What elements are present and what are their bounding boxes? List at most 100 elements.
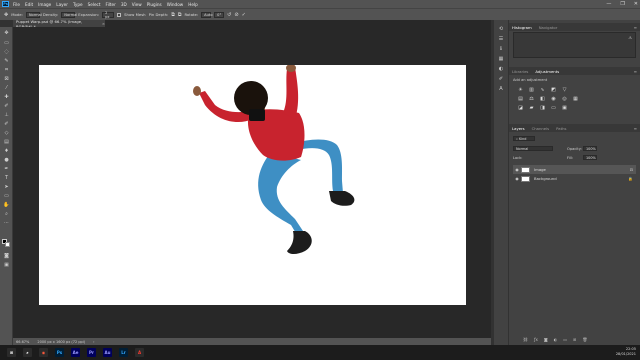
menu-filter[interactable]: Filter: [105, 2, 115, 7]
history-brush-tool-icon[interactable]: ✐: [3, 121, 10, 127]
tab-navigator[interactable]: Navigator: [539, 25, 558, 30]
image-canvas[interactable]: [39, 65, 466, 305]
posterize-icon[interactable]: ▰: [528, 105, 535, 111]
taskbar-app-icon[interactable]: Ps: [55, 348, 64, 357]
puppet-warp-tool-icon[interactable]: ✥: [4, 12, 8, 18]
delete-layer-icon[interactable]: 🗑: [582, 337, 587, 342]
history-panel-icon[interactable]: ⟲: [497, 26, 505, 33]
layer-row[interactable]: ◉ Image ⊡: [513, 165, 636, 174]
healing-brush-tool-icon[interactable]: ✚: [3, 94, 10, 100]
menu-layer[interactable]: Layer: [56, 2, 68, 7]
new-group-icon[interactable]: ▭: [563, 337, 567, 342]
crop-tool-icon[interactable]: ⌗: [3, 67, 10, 73]
close-window-button[interactable]: ✕: [634, 1, 638, 7]
menu-file[interactable]: File: [13, 2, 20, 7]
quick-mask-icon[interactable]: ◙: [3, 253, 10, 259]
taskbar-app-icon[interactable]: Au: [103, 348, 112, 357]
maximize-button[interactable]: ❐: [620, 1, 624, 7]
levels-icon[interactable]: ▥: [528, 87, 535, 93]
pen-tool-icon[interactable]: ✒: [3, 166, 10, 172]
layer-row[interactable]: ◉ Background 🔒: [513, 174, 636, 183]
close-tab-icon[interactable]: ×: [102, 21, 105, 26]
visibility-eye-icon[interactable]: ◉: [513, 167, 521, 172]
panel-menu-icon[interactable]: ≡: [634, 69, 637, 74]
tab-channels[interactable]: Channels: [532, 126, 550, 131]
type-tool-icon[interactable]: T: [3, 175, 10, 181]
mode-select[interactable]: Normal: [25, 11, 42, 18]
density-select[interactable]: Normal: [61, 11, 77, 18]
rotate-angle-input[interactable]: 0°: [214, 11, 225, 18]
menu-select[interactable]: Select: [88, 2, 101, 7]
clone-stamp-tool-icon[interactable]: ⊥: [3, 112, 10, 118]
taskbar-app-icon[interactable]: Lr: [119, 348, 128, 357]
menu-edit[interactable]: Edit: [25, 2, 33, 7]
threshold-icon[interactable]: ◨: [539, 105, 546, 111]
rectangle-tool-icon[interactable]: ▭: [3, 193, 10, 199]
cancel-icon[interactable]: ⊘: [234, 12, 238, 18]
rotate-select[interactable]: Auto: [201, 11, 213, 18]
opacity-input[interactable]: 100%: [583, 146, 597, 151]
menu-image[interactable]: Image: [38, 2, 51, 7]
tab-libraries[interactable]: Libraries: [512, 69, 528, 74]
channel-mixer-icon[interactable]: ◎: [561, 96, 568, 102]
zoom-tool-icon[interactable]: ⌕: [3, 211, 10, 217]
taskbar-app-icon[interactable]: ⌕: [23, 348, 32, 357]
character-panel-icon[interactable]: A: [497, 86, 505, 93]
taskbar-app-icon[interactable]: A: [135, 348, 144, 357]
swatches-panel-icon[interactable]: ▦: [497, 56, 505, 63]
hand-tool-icon[interactable]: ✋: [3, 202, 10, 208]
add-mask-icon[interactable]: ◙: [544, 337, 548, 342]
menu-3d[interactable]: 3D: [121, 2, 127, 7]
expansion-input[interactable]: 2 px: [102, 11, 115, 19]
taskbar-app-icon[interactable]: Ae: [71, 348, 80, 357]
artboard-tool-icon[interactable]: ▭: [3, 40, 10, 46]
layer-filter-select[interactable]: ⌕ Kind: [513, 136, 535, 141]
brush-tool-icon[interactable]: ✐: [3, 103, 10, 109]
color-balance-icon[interactable]: ⚖: [528, 96, 535, 102]
properties-panel-icon[interactable]: ☰: [497, 36, 505, 43]
dodge-tool-icon[interactable]: ●: [3, 157, 10, 163]
panel-menu-icon[interactable]: ≡: [634, 25, 637, 30]
lasso-tool-icon[interactable]: ◌: [3, 49, 10, 55]
gradient-map-icon[interactable]: ▭: [550, 105, 557, 111]
panel-menu-icon[interactable]: ≡: [634, 126, 637, 131]
invert-icon[interactable]: ◪: [517, 105, 524, 111]
photo-filter-icon[interactable]: ◉: [550, 96, 557, 102]
menu-view[interactable]: View: [132, 2, 142, 7]
new-layer-icon[interactable]: ⊞: [573, 337, 576, 342]
color-panel-icon[interactable]: ◐: [497, 66, 505, 73]
color-lookup-icon[interactable]: ▦: [572, 96, 579, 102]
tab-adjustments[interactable]: Adjustments: [535, 69, 559, 74]
menu-window[interactable]: Window: [167, 2, 184, 7]
zoom-level[interactable]: 66.67%: [16, 340, 29, 344]
commit-check-icon[interactable]: ✓: [242, 12, 246, 18]
tab-histogram[interactable]: Histogram: [512, 25, 532, 30]
edit-toolbar-icon[interactable]: ⋯: [3, 220, 10, 226]
taskbar-app-icon[interactable]: ⊞: [7, 348, 16, 357]
selective-color-icon[interactable]: ▣: [561, 105, 568, 111]
tab-paths[interactable]: Paths: [556, 126, 566, 131]
path-selection-tool-icon[interactable]: ➤: [3, 184, 10, 190]
curves-icon[interactable]: ∿: [539, 87, 546, 93]
screen-mode-icon[interactable]: ▣: [3, 262, 10, 268]
hue-saturation-icon[interactable]: ▤: [517, 96, 524, 102]
minimize-button[interactable]: —: [606, 1, 611, 7]
brightness-icon[interactable]: ☀: [517, 87, 524, 93]
show-mesh-checkbox[interactable]: [117, 12, 122, 17]
background-color-swatch[interactable]: [5, 242, 10, 247]
new-adjustment-icon[interactable]: ◐: [554, 337, 558, 342]
warning-icon[interactable]: ⚠: [628, 35, 632, 40]
info-panel-icon[interactable]: ℹ: [497, 46, 505, 53]
move-tool-icon[interactable]: ✥: [3, 30, 10, 36]
eyedropper-tool-icon[interactable]: ⁄: [3, 85, 10, 91]
remove-pins-icon[interactable]: ↺: [227, 12, 231, 18]
black-white-icon[interactable]: ◧: [539, 96, 546, 102]
pin-forward-icon[interactable]: ⧉: [171, 12, 175, 18]
link-layers-icon[interactable]: ⛓: [523, 337, 528, 342]
pin-backward-icon[interactable]: ⧉: [178, 12, 182, 18]
quick-select-tool-icon[interactable]: ✎: [3, 58, 10, 64]
blur-tool-icon[interactable]: ♦: [3, 148, 10, 154]
clock-date[interactable]: 28/01/2021: [616, 352, 636, 357]
layer-style-icon[interactable]: ƒx: [534, 337, 538, 342]
status-arrow-icon[interactable]: ›: [93, 340, 94, 344]
